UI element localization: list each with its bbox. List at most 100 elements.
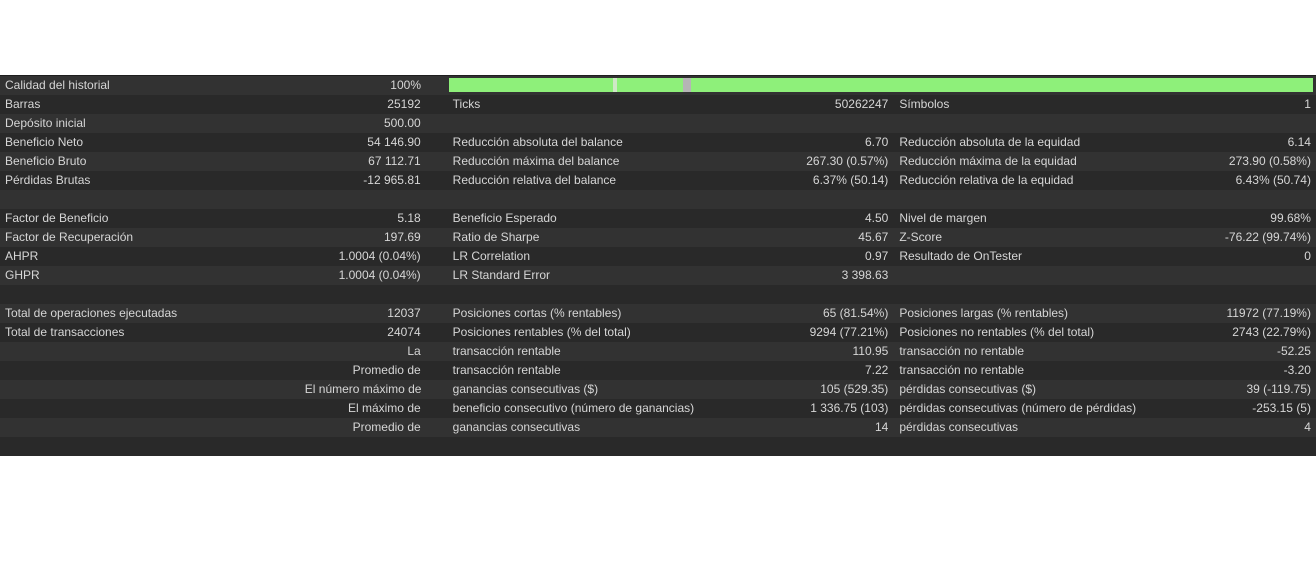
- stat-value-c2: 267.30 (0.57%): [806, 154, 889, 168]
- stat-label-c1: [0, 285, 305, 304]
- stat-value-c3: -52.25: [1276, 344, 1311, 358]
- column-gap: [427, 190, 449, 209]
- stat-label-c1: Depósito inicial: [5, 116, 86, 130]
- stat-value-c1: [305, 437, 427, 456]
- stat-label-c2: Reducción relativa del balance: [452, 173, 617, 187]
- stat-value-c2: 105 (529.35): [820, 382, 889, 396]
- stat-value-c2: [772, 190, 894, 209]
- stat-label-c1: Beneficio Neto: [5, 135, 84, 149]
- stat-value-c2: 6.70: [864, 135, 889, 149]
- stat-label-c1: [0, 437, 305, 456]
- stat-value-c1: 25192: [387, 97, 421, 111]
- stat-label-c3: pérdidas consecutivas: [899, 420, 1019, 434]
- stat-label-c3: Posiciones no rentables (% del total): [899, 325, 1095, 339]
- stat-label-c1: [0, 361, 305, 380]
- stat-value-c1: 24074: [387, 325, 421, 339]
- stat-label-c2: [449, 114, 773, 133]
- table-row: AHPR 1.0004 (0.04%) LR Correlation 0.97 Resu…: [0, 247, 1316, 266]
- stat-label-c1: AHPR: [5, 249, 39, 263]
- stat-value-c3: -3.20: [1283, 363, 1311, 377]
- column-gap: [427, 171, 449, 190]
- stat-value-c3: 0: [1304, 249, 1311, 263]
- stat-value-c3: 39 (-119.75): [1246, 382, 1311, 396]
- stat-value-c3: 6.43% (50.74): [1235, 173, 1311, 187]
- stat-value-c1: 197.69: [383, 230, 421, 244]
- stat-value-c1: 500.00: [383, 116, 421, 130]
- stat-value-c2: 0.97: [864, 249, 889, 263]
- stat-value-c3: 11972 (77.19%): [1226, 306, 1311, 320]
- stat-label-c2: Ratio de Sharpe: [452, 230, 540, 244]
- table-row: Total de transacciones 24074 Posiciones re…: [0, 323, 1316, 342]
- stat-value-c2: [772, 114, 894, 133]
- column-gap: [427, 95, 449, 114]
- column-gap: [427, 380, 449, 399]
- stat-value-c1: [305, 285, 427, 304]
- history-quality-bar: [449, 78, 1313, 92]
- stat-label-c1: [0, 342, 305, 361]
- history-quality-bar-gap: [683, 78, 691, 92]
- stat-value-c3: 1: [1304, 97, 1311, 111]
- column-gap: [427, 209, 449, 228]
- stat-label-c1: Factor de Beneficio: [5, 211, 109, 225]
- stat-label-c1: Factor de Recuperación: [5, 230, 134, 244]
- stat-label-c3: Resultado de OnTester: [899, 249, 1023, 263]
- stat-value-c1: 12037: [387, 306, 421, 320]
- stat-label-c2: beneficio consecutivo (número de gananci…: [452, 401, 695, 415]
- history-quality-label: Calidad del historial: [5, 78, 110, 92]
- stat-value-c2: 3 398.63: [841, 268, 889, 282]
- table-row: El número máximo de ganancias consecutiva…: [0, 380, 1316, 399]
- stat-value-c1: El número máximo de: [304, 382, 422, 396]
- column-gap: [427, 323, 449, 342]
- stat-value-c1: El máximo de: [347, 401, 421, 415]
- stat-value-c1: 1.0004 (0.04%): [338, 249, 421, 263]
- column-gap: [427, 133, 449, 152]
- stat-value-c3: 99.68%: [1270, 211, 1311, 225]
- column-gap: [427, 361, 449, 380]
- history-quality-bar-fill: [449, 78, 1313, 92]
- stat-value-c3: -253.15 (5): [1252, 401, 1311, 415]
- table-row: Promedio de ganancias consecutivas 14 pérdi…: [0, 418, 1316, 437]
- stat-label-c3: Símbolos: [899, 97, 950, 111]
- stat-value-c1: Promedio de: [352, 420, 421, 434]
- column-gap: [427, 152, 449, 171]
- column-gap: [427, 304, 449, 323]
- stat-value-c2: 9294 (77.21%): [809, 325, 889, 339]
- history-quality-bar-marker: [613, 78, 617, 92]
- column-gap: [427, 399, 449, 418]
- stat-value-c3: 4: [1304, 420, 1311, 434]
- stat-label-c3: [894, 114, 1219, 133]
- column-gap: [427, 418, 449, 437]
- stat-label-c1: GHPR: [5, 268, 40, 282]
- stat-value-c3: 2743 (22.79%): [1232, 325, 1311, 339]
- stat-value-c2: [772, 285, 894, 304]
- stat-label-c2: Posiciones cortas (% rentables): [452, 306, 622, 320]
- stat-label-c3: Posiciones largas (% rentables): [899, 306, 1069, 320]
- stat-value-c1: 1.0004 (0.04%): [338, 268, 421, 282]
- stat-label-c2: [449, 437, 773, 456]
- stat-label-c1: [0, 190, 305, 209]
- table-row: [0, 190, 1316, 209]
- stat-value-c3: 6.14: [1287, 135, 1311, 149]
- stat-value-c1: La: [407, 344, 421, 358]
- stat-label-c3: Nivel de margen: [899, 211, 987, 225]
- row-history-quality: Calidad del historial 100%: [0, 76, 1316, 95]
- stat-label-c2: LR Correlation: [452, 249, 531, 263]
- stat-value-c1: Promedio de: [352, 363, 421, 377]
- stat-label-c2: [449, 285, 773, 304]
- column-gap: [427, 342, 449, 361]
- table-row: Pérdidas Brutas -12 965.81 Reducción relat…: [0, 171, 1316, 190]
- stat-value-c2: 65 (81.54%): [822, 306, 889, 320]
- column-gap: [427, 285, 449, 304]
- stat-label-c2: transacción rentable: [452, 344, 561, 358]
- stat-label-c1: Barras: [5, 97, 41, 111]
- table-row: Promedio de transacción rentable 7.22 trans…: [0, 361, 1316, 380]
- stat-label-c3: transacción no rentable: [899, 344, 1025, 358]
- stat-value-c2: 110.95: [852, 344, 889, 358]
- stat-label-c2: Reducción absoluta del balance: [452, 135, 623, 149]
- table-row: El máximo de beneficio consecutivo (númer…: [0, 399, 1316, 418]
- report-rows: Barras 25192 Ticks 50262247 Símbolos 1 Depósit…: [0, 95, 1316, 456]
- table-row: Beneficio Bruto 67 112.71 Reducción máxima…: [0, 152, 1316, 171]
- table-row: Factor de Recuperación 197.69 Ratio de Sha…: [0, 228, 1316, 247]
- stat-label-c3: Z-Score: [899, 230, 942, 244]
- stat-label-c2: transacción rentable: [452, 363, 561, 377]
